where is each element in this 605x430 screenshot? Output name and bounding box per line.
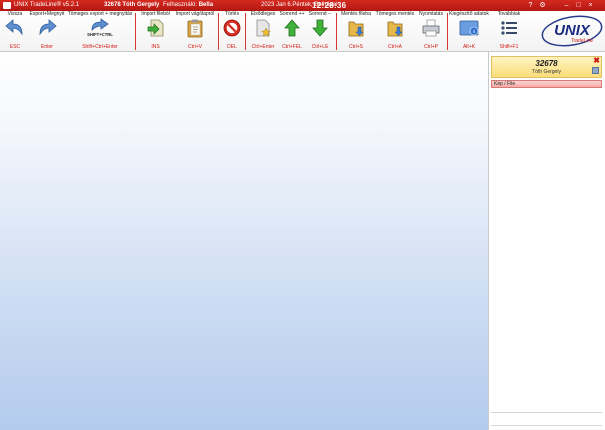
export-open-key: Enter [41, 44, 53, 50]
settings-icon[interactable]: ⚙ [538, 1, 547, 10]
delete-label: Törlés [225, 11, 239, 17]
title-user: 32678 Tóth Gergely [104, 2, 160, 8]
order-down-label: Sorrend -- [308, 11, 332, 17]
bulk-export-label: Tömeges export + megnyitás [67, 11, 133, 17]
toolbar-separator [218, 13, 219, 50]
import-clipboard-button[interactable]: Import vágólapról Ctrl+V [174, 11, 216, 52]
panel-footer [491, 412, 602, 426]
delete-button[interactable]: Törlés DEL [221, 11, 243, 52]
app-icon [3, 2, 11, 9]
photo-file-header[interactable]: Kép / File [491, 80, 602, 88]
bulk-export-key: Shift+Ctrl+Enter [82, 44, 118, 50]
order-down-icon [312, 19, 328, 37]
toolbar-separator [135, 13, 136, 50]
export-open-label: Export+Megnyit [29, 11, 65, 17]
toolbar-separator [336, 13, 337, 50]
info-icon: i [459, 20, 479, 36]
card-menu-icon[interactable] [592, 67, 599, 74]
role-prefix: Felhasználó: [163, 2, 198, 8]
more-list-icon [501, 21, 517, 35]
primary-label: Elsődleges [250, 11, 276, 17]
order-up-label: Sorrend ++ [279, 11, 305, 17]
title-clock: 12:28:36 [312, 1, 347, 10]
help-icon[interactable]: ? [526, 1, 535, 10]
toolbar-separator [245, 13, 246, 50]
printer-icon [422, 19, 440, 37]
extra-data-key: Alt+K [462, 44, 476, 50]
save-file-key: Ctrl+S [348, 44, 364, 50]
maximize-icon[interactable]: □ [574, 1, 583, 10]
primary-key: Ctrl+Enter [251, 44, 275, 50]
title-role: Felhasználó: Bella [163, 0, 213, 11]
user-id: 32678 [535, 59, 558, 68]
toolbar-separator [447, 13, 448, 50]
user-name: Tóth Gergely [532, 69, 561, 75]
primary-button[interactable]: Elsődleges Ctrl+Enter [248, 11, 278, 52]
save-file-icon [348, 21, 364, 37]
more-button[interactable]: Továbbiak Shift+F1 [493, 11, 525, 52]
svg-text:TradeLine: TradeLine [571, 38, 593, 44]
app-title: UNIX TradeLine® v5.2.1 [14, 2, 80, 8]
bulk-export-icon: SHIFT+CTRL [87, 18, 113, 37]
print-label: Nyomtatás [419, 11, 443, 17]
export-open-button[interactable]: Export+Megnyit Enter [28, 11, 66, 52]
import-file-key: INS [151, 44, 160, 50]
close-panel-icon[interactable]: ✖ [593, 57, 600, 65]
import-file-button[interactable]: Import fileból INS [139, 11, 172, 52]
back-key: ESC [9, 44, 21, 50]
role-name: Bella [198, 2, 214, 8]
window-title-bar: UNIX TradeLine® v5.2.1 32678 Tóth Gergel… [0, 0, 605, 11]
user-card: 32678 Tóth Gergely ✖ [491, 56, 602, 78]
print-key: Ctrl+P [423, 44, 439, 50]
more-label: Továbbiak [497, 11, 521, 17]
bulk-save-key: Ctrl+A [387, 44, 403, 50]
bulk-save-label: Tömeges mentés [375, 11, 415, 17]
extra-data-button[interactable]: Kiegészítő adatok i Alt+K [449, 11, 489, 52]
clipboard-icon [187, 19, 203, 38]
unix-logo: UNIX TradeLine [541, 15, 603, 47]
bulk-export-button[interactable]: Tömeges export + megnyitás SHIFT+CTRL Sh… [67, 11, 133, 52]
order-up-button[interactable]: Sorrend ++ Ctrl+FEL [279, 11, 305, 52]
print-button[interactable]: Nyomtatás Ctrl+P [417, 11, 445, 52]
back-label: Vissza [7, 11, 23, 17]
delete-icon [223, 19, 241, 37]
order-up-icon [284, 19, 300, 37]
more-key: Shift+F1 [499, 44, 519, 50]
primary-star-icon [256, 19, 271, 37]
back-arrow-icon [5, 19, 23, 36]
extra-data-label: Kiegészítő adatok [449, 11, 489, 17]
minimize-icon[interactable]: – [562, 1, 571, 10]
right-panel: 32678 Tóth Gergely ✖ Kép / File [488, 52, 605, 430]
back-button[interactable]: Vissza ESC [2, 11, 28, 52]
bulk-save-button[interactable]: Tömeges mentés Ctrl+A [374, 11, 416, 52]
order-up-key: Ctrl+FEL [282, 44, 302, 50]
save-file-button[interactable]: Mentés fileba Ctrl+S [339, 11, 373, 52]
import-clipboard-label: Import vágólapról [175, 11, 215, 17]
svg-text:UNIX: UNIX [554, 22, 591, 39]
close-icon[interactable]: × [586, 1, 595, 10]
bulk-save-icon [387, 21, 403, 37]
order-down-button[interactable]: Sorrend -- Ctrl+LE [306, 11, 334, 52]
delete-key: DEL [227, 44, 237, 50]
import-file-label: Import fileból [141, 11, 170, 17]
import-file-icon [147, 19, 163, 37]
main-content-area [0, 52, 488, 430]
toolbar: Vissza ESC Export+Megnyit Enter Tömeges … [0, 11, 605, 52]
export-arrow-icon [39, 19, 57, 36]
save-file-label: Mentés fileba [341, 11, 371, 17]
bulk-export-icon-text: SHIFT+CTRL [87, 32, 113, 37]
order-down-key: Ctrl+LE [311, 44, 329, 50]
import-clipboard-key: Ctrl+V [187, 44, 203, 50]
